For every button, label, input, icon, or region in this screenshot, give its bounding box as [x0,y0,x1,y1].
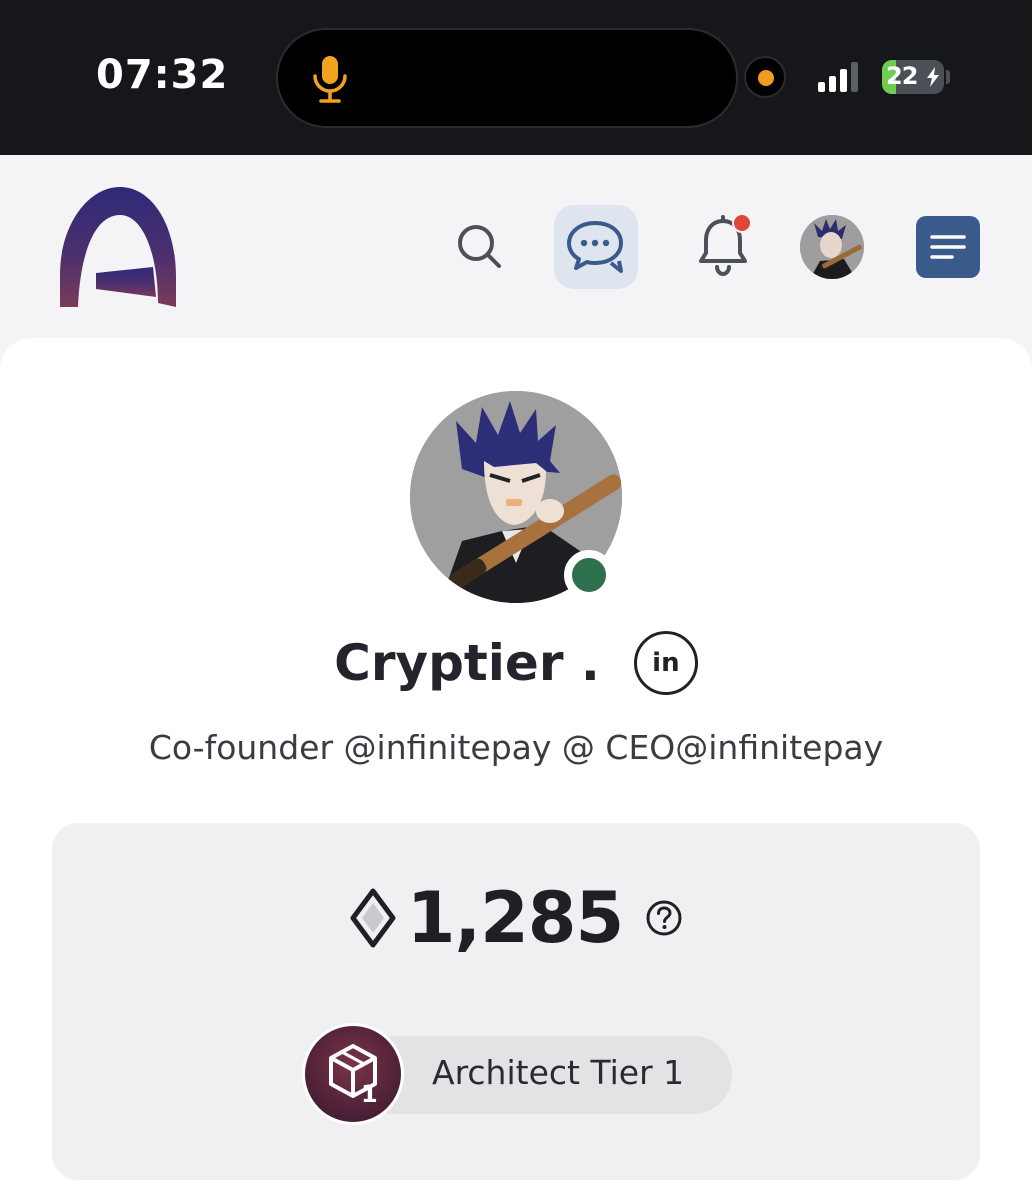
tier-badge-number: 1 [361,1080,378,1108]
avatar-image [800,215,864,279]
profile-name: Cryptier . [334,634,600,692]
search-button[interactable] [450,217,508,275]
battery-indicator: 22 [882,60,944,94]
points-value: 1,285 [406,877,624,959]
app-header [0,155,1032,340]
notification-badge [732,213,752,233]
tier-label: Architect Tier 1 [432,1053,685,1092]
privacy-dot-icon [758,70,774,86]
points-row: 1,285 [52,877,980,959]
points-box: 1,285 1 Architect Tier 1 [52,823,980,1180]
status-time: 07:32 [96,52,229,98]
tier-badge: 1 [302,1023,404,1125]
status-bar: 07:32 22 [0,0,1032,155]
linkedin-button[interactable]: in [633,631,698,695]
chat-icon [567,221,623,273]
profile-card: Cryptier . in Co-founder @infinitepay @ … [0,338,1032,1200]
cube-icon [329,1044,377,1098]
name-row: Cryptier . in [0,628,1032,698]
battery-level: 22 [886,62,918,90]
notifications-button[interactable] [690,211,756,281]
privacy-indicator [744,56,786,98]
battery-nub [946,70,950,84]
search-icon [458,225,501,268]
diamond-icon [350,888,396,948]
online-status-indicator [564,550,614,600]
question-circle-icon[interactable] [645,899,683,937]
menu-button[interactable] [916,216,980,278]
chat-button[interactable] [554,205,638,289]
cellular-signal-icon [818,62,858,92]
avatar[interactable] [800,215,864,279]
charging-bolt-icon [927,67,939,87]
menu-icon [930,235,966,259]
dynamic-island [276,28,738,128]
app-logo[interactable] [58,185,178,310]
microphone-icon [313,56,347,103]
profile-bio: Co-founder @infinitepay @ CEO@infinitepa… [148,728,884,767]
